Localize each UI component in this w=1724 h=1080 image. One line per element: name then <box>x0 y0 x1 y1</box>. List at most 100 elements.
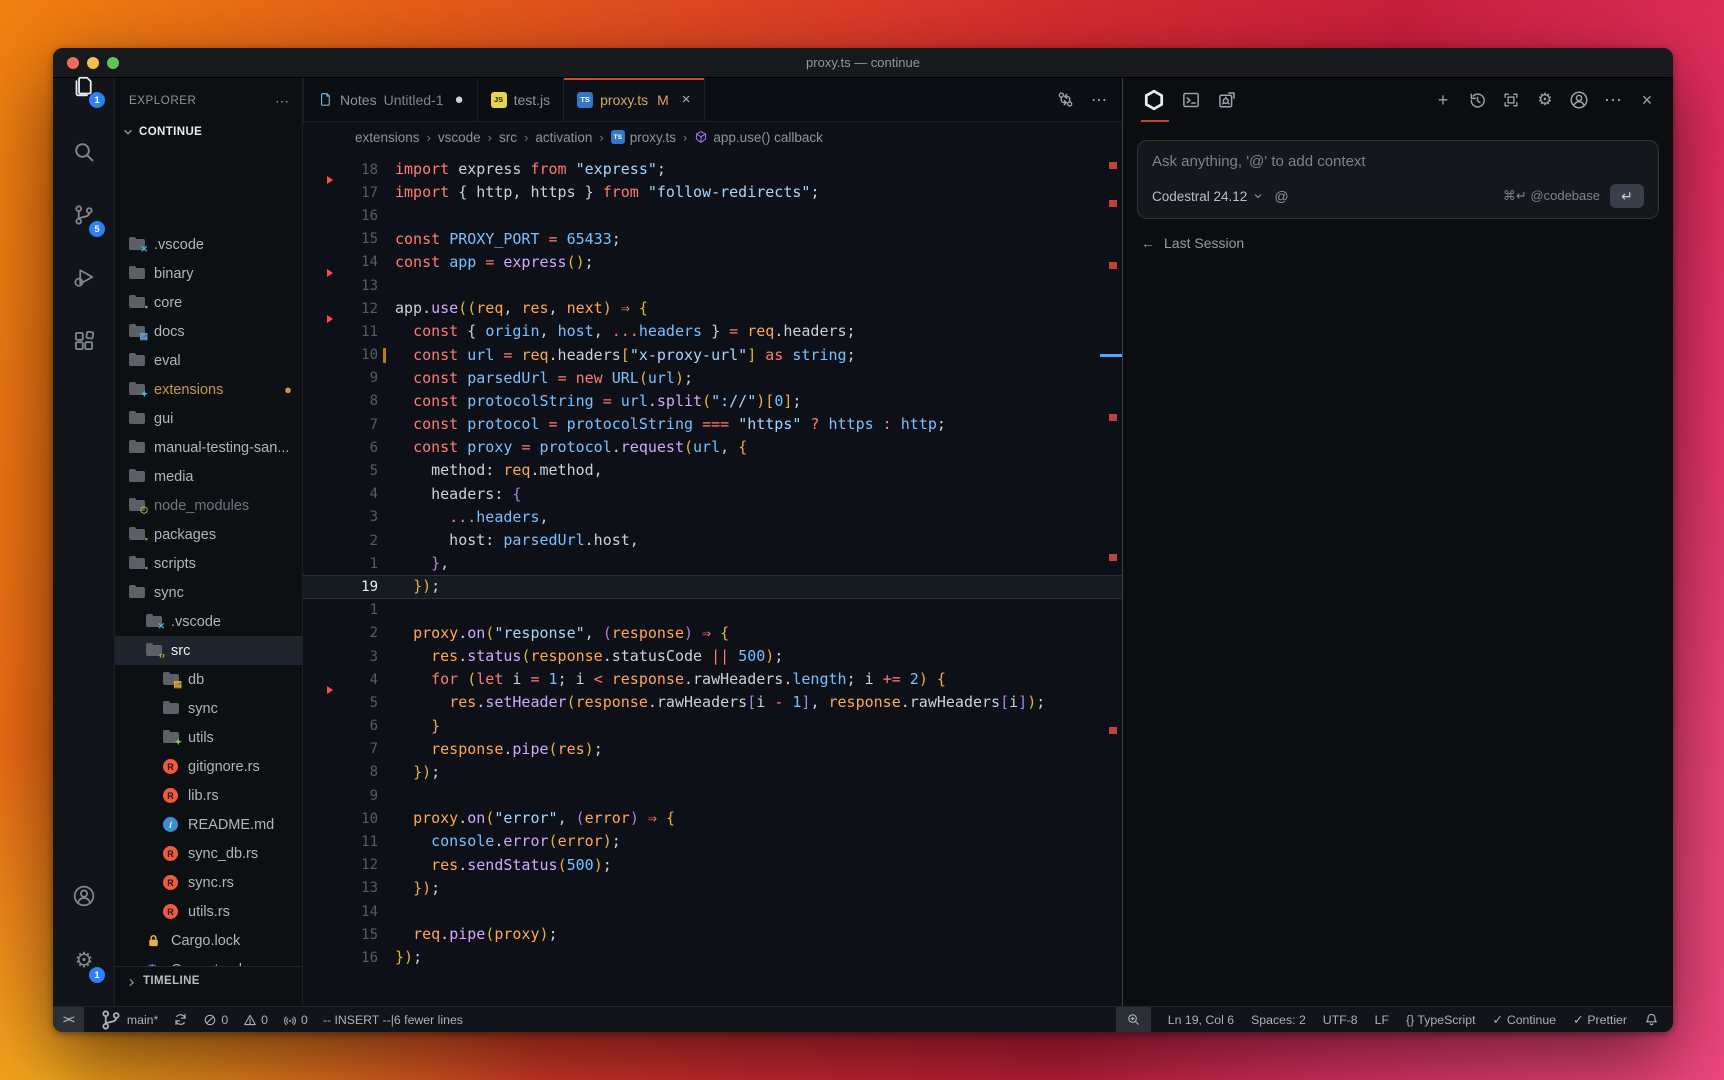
status-warnings[interactable]: 0 <box>243 1013 268 1027</box>
status-ports[interactable]: 0 <box>283 1013 308 1027</box>
code-line[interactable]: 16}); <box>303 946 1122 969</box>
status-prettier-status[interactable]: ✓Prettier <box>1573 1013 1627 1027</box>
code-line[interactable]: 5 method: req.method, <box>303 459 1122 482</box>
activity-account[interactable] <box>53 872 115 920</box>
activity-run-debug[interactable] <box>53 253 115 301</box>
chat-input-box[interactable]: Ask anything, '@' to add context Codestr… <box>1137 140 1659 219</box>
code-line[interactable]: 8 const protocolString = url.split("://"… <box>303 390 1122 413</box>
code-line[interactable]: 1 }, <box>303 552 1122 575</box>
code-line[interactable]: 6 } <box>303 715 1122 738</box>
panel-close-button[interactable]: × <box>1637 90 1657 111</box>
status-notifications[interactable] <box>1644 1012 1659 1027</box>
code-line[interactable]: 3 res.status(response.statusCode || 500)… <box>303 645 1122 668</box>
code-line[interactable]: 13 <box>303 274 1122 297</box>
tree-item-sync.rs[interactable]: Rsync.rs <box>115 868 302 897</box>
breadcrumb-item[interactable]: extensions <box>355 130 420 145</box>
tree-item-.vscode[interactable]: ✕.vscode <box>115 230 302 259</box>
status-indentation[interactable]: Spaces: 2 <box>1251 1013 1306 1027</box>
status-zoom[interactable] <box>1116 1007 1151 1033</box>
activity-extensions[interactable] <box>53 317 115 365</box>
status-cursor-position[interactable]: Ln 19, Col 6 <box>1168 1013 1234 1027</box>
code-line[interactable]: 10 const url = req.headers["x-proxy-url"… <box>303 344 1122 367</box>
add-context-button[interactable]: @ <box>1274 188 1288 204</box>
breadcrumb-item[interactable]: TSproxy.ts <box>611 130 676 145</box>
tree-item-cargo.toml[interactable]: ⚙Cargo.toml <box>115 955 302 966</box>
code-area[interactable]: 18import express from "express";17import… <box>303 152 1122 1006</box>
code-line[interactable]: 13 }); <box>303 877 1122 900</box>
tree-item-manual-testing-san...[interactable]: manual-testing-san... <box>115 433 302 462</box>
code-line[interactable]: 8 }); <box>303 761 1122 784</box>
sidebar-section-continue[interactable]: CONTINUE <box>115 120 302 144</box>
tree-item-sync[interactable]: sync <box>115 694 302 723</box>
status-git-branch[interactable]: main* <box>99 1008 158 1032</box>
tree-item-gui[interactable]: gui <box>115 404 302 433</box>
code-line[interactable]: 4 headers: { <box>303 483 1122 506</box>
status-remote[interactable]: >< <box>53 1007 84 1033</box>
code-line[interactable]: 6 const proxy = protocol.request(url, { <box>303 436 1122 459</box>
code-line[interactable]: 10 proxy.on("error", (error) ⇒ { <box>303 807 1122 830</box>
code-line[interactable]: 1 <box>303 599 1122 622</box>
tab-proxy.ts[interactable]: TSproxy.tsM× <box>564 78 704 121</box>
code-line[interactable]: 11 console.error(error); <box>303 830 1122 853</box>
tree-item-core[interactable]: ▪core <box>115 288 302 317</box>
more-actions-button[interactable]: ⋯ <box>1091 90 1108 110</box>
tree-item-lib.rs[interactable]: Rlib.rs <box>115 781 302 810</box>
tree-item-gitignore.rs[interactable]: Rgitignore.rs <box>115 752 302 781</box>
code-line[interactable]: 3 ...headers, <box>303 506 1122 529</box>
code-line[interactable]: 2 proxy.on("response", (response) ⇒ { <box>303 622 1122 645</box>
code-line[interactable]: 2 host: parsedUrl.host, <box>303 529 1122 552</box>
activity-settings[interactable]: ⚙1 <box>53 937 115 985</box>
tree-item-utils[interactable]: ✦utils <box>115 723 302 752</box>
code-line[interactable]: 16 <box>303 204 1122 227</box>
timeline-section[interactable]: TIMELINE <box>115 966 302 1006</box>
model-selector[interactable]: Codestral 24.12 <box>1152 189 1264 204</box>
submit-button[interactable]: ↵ <box>1610 184 1644 208</box>
tree-item-src[interactable]: ‹›src <box>115 636 302 665</box>
code-line[interactable]: 17import { http, https } from "follow-re… <box>303 181 1122 204</box>
tree-item-extensions[interactable]: ✦extensions● <box>115 375 302 404</box>
code-line[interactable]: 11 const { origin, host, ...headers } = … <box>303 320 1122 343</box>
activity-source-control[interactable]: 5 <box>53 191 115 239</box>
status-continue-status[interactable]: ✓Continue <box>1493 1013 1557 1027</box>
code-line[interactable]: 9 <box>303 784 1122 807</box>
panel-history-button[interactable] <box>1467 91 1487 110</box>
chat-input-placeholder[interactable]: Ask anything, '@' to add context <box>1152 153 1644 170</box>
panel-tab-debug-console[interactable] <box>1217 78 1237 122</box>
tree-item-packages[interactable]: ▪packages <box>115 520 302 549</box>
tree-item-cargo.lock[interactable]: Cargo.lock <box>115 926 302 955</box>
activity-search[interactable] <box>53 128 115 176</box>
panel-account-button[interactable] <box>1569 88 1589 112</box>
breadcrumb-item[interactable]: src <box>499 130 517 145</box>
tab-test.js[interactable]: JStest.js <box>478 78 565 121</box>
tree-item-readme.md[interactable]: iREADME.md <box>115 810 302 839</box>
code-line[interactable]: 15const PROXY_PORT = 65433; <box>303 228 1122 251</box>
panel-fullscreen-button[interactable] <box>1501 91 1521 109</box>
status-vim-mode[interactable]: -- INSERT --|6 fewer lines <box>323 1013 463 1027</box>
tree-item-media[interactable]: media <box>115 462 302 491</box>
explorer-more-actions-icon[interactable]: ⋯ <box>275 93 290 110</box>
tree-item-.vscode[interactable]: ✕.vscode <box>115 607 302 636</box>
panel-settings-button[interactable]: ⚙ <box>1535 90 1555 110</box>
code-line[interactable]: 14const app = express(); <box>303 251 1122 274</box>
last-session-link[interactable]: ← Last Session <box>1123 219 1673 251</box>
code-line[interactable]: 12 res.sendStatus(500); <box>303 854 1122 877</box>
panel-tab-terminal[interactable] <box>1181 78 1201 122</box>
code-line[interactable]: 14 <box>303 900 1122 923</box>
status-language[interactable]: {} TypeScript <box>1406 1013 1476 1027</box>
code-line[interactable]: 5 res.setHeader(response.rawHeaders[i - … <box>303 691 1122 714</box>
status-sync[interactable] <box>173 1012 188 1027</box>
panel-tab-continue-chat[interactable] <box>1143 78 1165 122</box>
panel-new-session-button[interactable]: + <box>1433 90 1453 111</box>
code-line[interactable]: 7 const protocol = protocolString === "h… <box>303 413 1122 436</box>
tree-item-binary[interactable]: binary <box>115 259 302 288</box>
breadcrumb-item[interactable]: app.use() callback <box>694 130 823 145</box>
tab-notes[interactable]: NotesUntitled-1● <box>303 78 478 121</box>
overview-ruler[interactable] <box>1106 152 1122 1006</box>
status-eol[interactable]: LF <box>1375 1013 1389 1027</box>
code-line[interactable]: 12app.use((req, res, next) ⇒ { <box>303 297 1122 320</box>
code-line[interactable]: 7 response.pipe(res); <box>303 738 1122 761</box>
panel-more-button[interactable]: ⋯ <box>1603 90 1623 111</box>
tree-item-node-modules[interactable]: ⬡node_modules <box>115 491 302 520</box>
tree-item-eval[interactable]: eval <box>115 346 302 375</box>
code-line[interactable]: 4 for (let i = 1; i < response.rawHeader… <box>303 668 1122 691</box>
